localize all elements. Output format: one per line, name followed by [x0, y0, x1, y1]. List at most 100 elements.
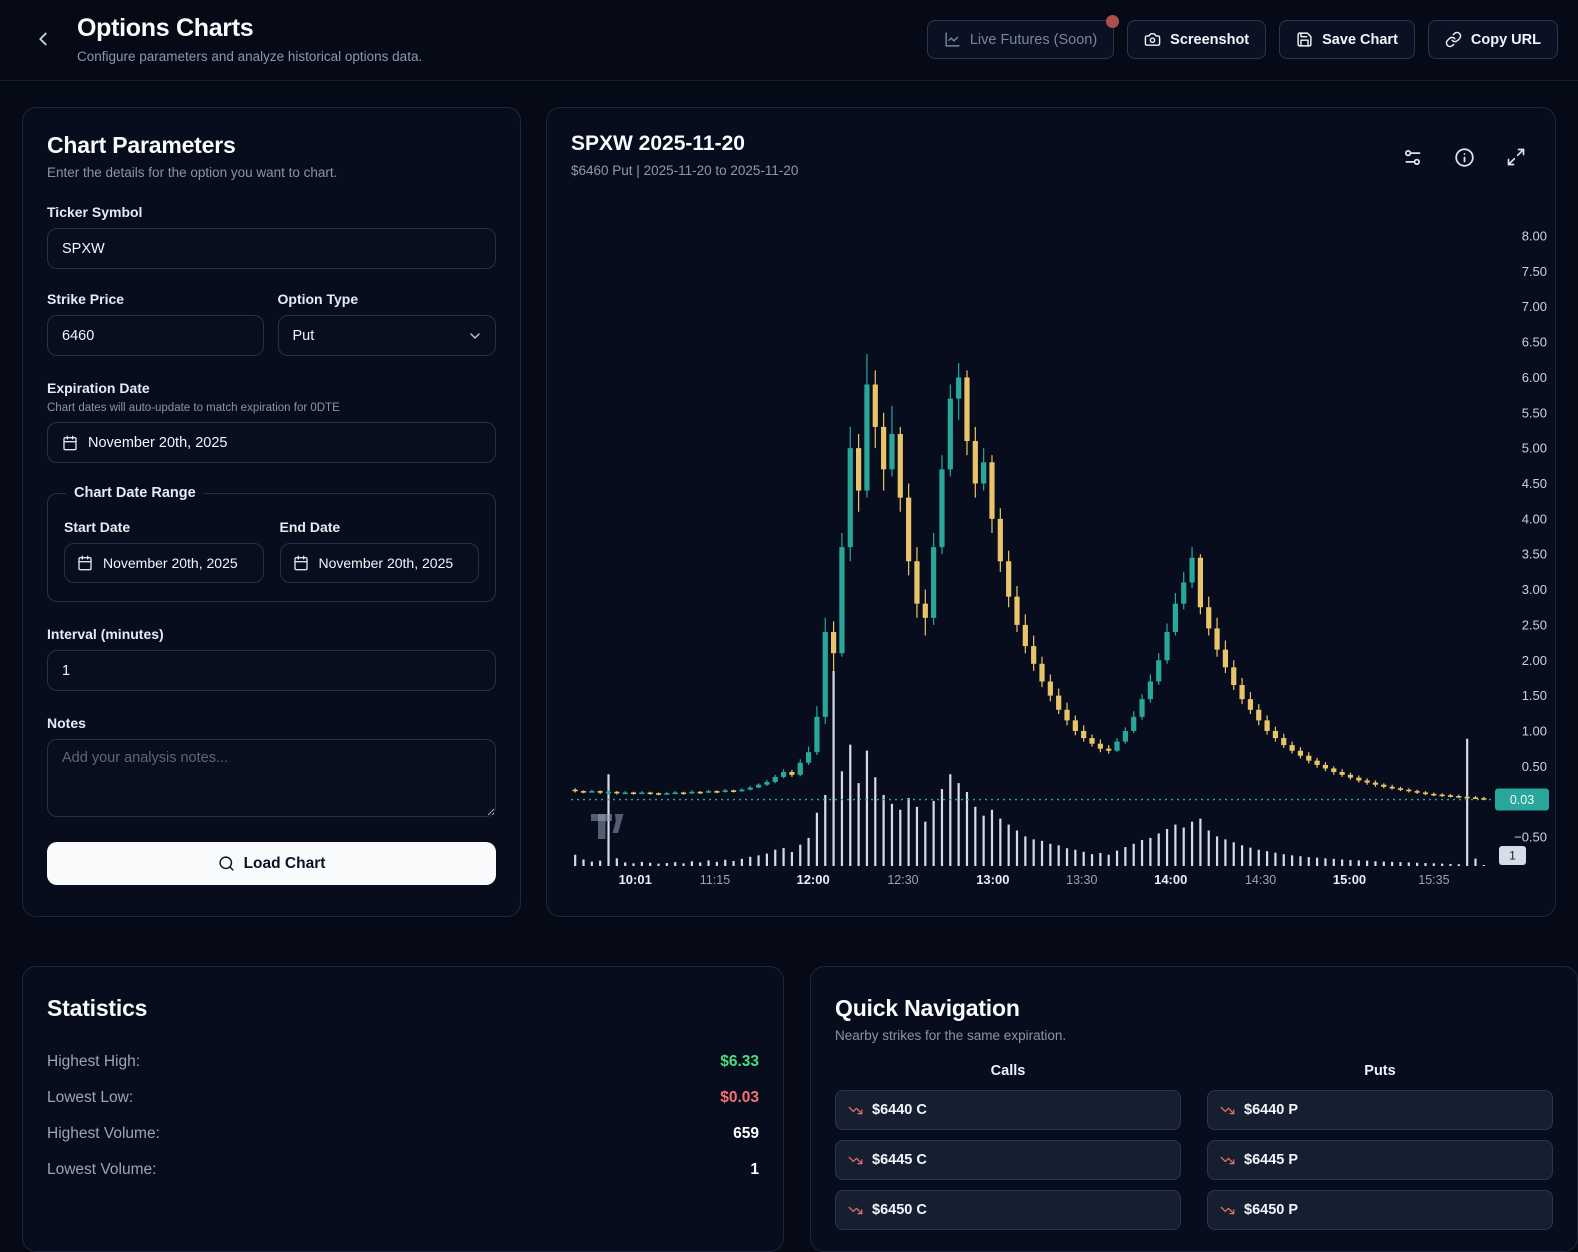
end-date-value: November 20th, 2025 — [318, 555, 454, 571]
puts-header: Puts — [1364, 1063, 1396, 1079]
back-button[interactable] — [26, 22, 60, 56]
save-chart-label: Save Chart — [1322, 31, 1398, 48]
end-date-picker[interactable]: November 20th, 2025 — [279, 543, 479, 583]
trending-down-icon — [848, 1203, 863, 1218]
chart-info-button[interactable] — [1451, 144, 1477, 170]
start-date-value: November 20th, 2025 — [103, 555, 238, 571]
parameters-subtitle: Enter the details for the option you wan… — [47, 165, 338, 180]
expiration-hint: Chart dates will auto-update to match ex… — [47, 402, 340, 414]
chart-date-range-group: Chart Date Range Start Date November 20t… — [47, 485, 496, 602]
calls-column: Calls $6440 C $6445 C $6450 C — [835, 1063, 1181, 1230]
strike-button-6445p[interactable]: $6445 P — [1207, 1140, 1553, 1180]
option-type-select[interactable]: Put — [277, 315, 496, 356]
statistics-card: Statistics Highest High: $6.33 Lowest Lo… — [22, 966, 784, 1252]
puts-column: Puts $6440 P $6445 P $6450 P — [1207, 1063, 1553, 1230]
stat-row-lowest-volume: Lowest Volume: 1 — [47, 1152, 759, 1188]
calendar-icon — [293, 555, 309, 571]
screenshot-button[interactable]: Screenshot — [1127, 20, 1267, 59]
chart-title: SPXW 2025-11-20 — [571, 132, 745, 155]
statistics-rows: Highest High: $6.33 Lowest Low: $0.03 Hi… — [47, 1044, 759, 1188]
strike-button-6445c[interactable]: $6445 C — [835, 1140, 1181, 1180]
chevron-left-icon — [32, 28, 54, 50]
start-date-picker[interactable]: November 20th, 2025 — [64, 543, 264, 583]
load-chart-label: Load Chart — [243, 854, 326, 872]
chart-parameters-card: Chart Parameters Enter the details for t… — [22, 107, 521, 917]
strike-label: $6440 P — [1244, 1102, 1299, 1118]
stat-label: Lowest Volume: — [47, 1161, 157, 1178]
chart-line-icon — [944, 31, 961, 48]
chevron-down-icon — [467, 328, 483, 344]
calendar-icon — [77, 555, 93, 571]
copy-url-label: Copy URL — [1470, 31, 1541, 48]
trending-down-icon — [1220, 1203, 1235, 1218]
save-chart-button[interactable]: Save Chart — [1279, 20, 1415, 59]
end-date-label: End Date — [279, 519, 341, 535]
interval-input[interactable] — [47, 650, 496, 691]
stat-label: Highest Volume: — [47, 1125, 160, 1142]
chart-header: SPXW 2025-11-20 $6460 Put | 2025-11-20 t… — [571, 132, 798, 178]
notes-label: Notes — [47, 715, 86, 731]
chart-date-range-label: Chart Date Range — [74, 485, 196, 501]
strike-button-6440p[interactable]: $6440 P — [1207, 1090, 1553, 1130]
expiration-date-picker[interactable]: November 20th, 2025 — [47, 422, 496, 463]
expiration-label: Expiration Date — [47, 380, 150, 396]
page-header: Options Charts Configure parameters and … — [0, 0, 1578, 81]
stat-value: 659 — [733, 1125, 759, 1142]
stat-value: 1 — [750, 1161, 759, 1178]
strike-label: $6445 P — [1244, 1152, 1299, 1168]
chart-subtitle: $6460 Put | 2025-11-20 to 2025-11-20 — [571, 163, 799, 178]
stat-row-highest-volume: Highest Volume: 659 — [47, 1116, 759, 1152]
live-futures-button[interactable]: Live Futures (Soon) — [926, 15, 1120, 59]
sliders-icon — [1402, 147, 1423, 168]
save-icon — [1296, 31, 1313, 48]
page-subtitle: Configure parameters and analyze histori… — [77, 49, 423, 64]
info-icon — [1454, 147, 1475, 168]
trending-down-icon — [1220, 1103, 1235, 1118]
quick-nav-grid: Calls $6440 C $6445 C $6450 C Puts $6440… — [835, 1063, 1553, 1230]
header-actions: Live Futures (Soon) Screenshot Save Char… — [926, 15, 1558, 59]
chart-card: SPXW 2025-11-20 $6460 Put | 2025-11-20 t… — [546, 107, 1556, 917]
parameters-title: Chart Parameters — [47, 132, 236, 158]
stat-row-lowest-low: Lowest Low: $0.03 — [47, 1080, 759, 1116]
quick-nav-subtitle: Nearby strikes for the same expiration. — [835, 1028, 1067, 1043]
strike-label: $6450 C — [872, 1202, 927, 1218]
chart-settings-button[interactable] — [1399, 144, 1425, 170]
strike-type-row: Strike Price Option Type Put — [47, 291, 496, 356]
puts-list: $6440 P $6445 P $6450 P — [1207, 1090, 1553, 1230]
strike-label: $6450 P — [1244, 1202, 1299, 1218]
start-date-label: Start Date — [64, 519, 131, 535]
maximize-icon — [1506, 147, 1526, 167]
trending-down-icon — [848, 1103, 863, 1118]
load-chart-button[interactable]: Load Chart — [47, 842, 496, 885]
header-titles: Options Charts Configure parameters and … — [77, 14, 422, 64]
stat-value: $6.33 — [720, 1053, 759, 1070]
strike-label: Strike Price — [47, 291, 125, 307]
options-charts-page: { "header": { "title": "Options Charts",… — [0, 0, 1578, 1252]
option-type-value: Put — [292, 327, 315, 344]
search-icon — [218, 855, 235, 872]
candlestick-chart[interactable] — [561, 200, 1551, 900]
camera-icon — [1144, 31, 1161, 48]
calls-header: Calls — [990, 1063, 1026, 1079]
calendar-icon — [62, 435, 78, 451]
link-icon — [1445, 31, 1462, 48]
quick-navigation-card: Quick Navigation Nearby strikes for the … — [810, 966, 1578, 1252]
stat-value: $0.03 — [720, 1089, 759, 1106]
strike-input[interactable] — [47, 315, 264, 356]
statistics-title: Statistics — [47, 995, 148, 1021]
screenshot-label: Screenshot — [1170, 31, 1250, 48]
copy-url-button[interactable]: Copy URL — [1427, 20, 1558, 59]
stat-label: Highest High: — [47, 1053, 141, 1070]
notification-dot — [1106, 15, 1120, 28]
strike-button-6450p[interactable]: $6450 P — [1207, 1190, 1553, 1230]
chart-fullscreen-button[interactable] — [1503, 144, 1529, 170]
chart-toolbar — [1399, 144, 1529, 170]
strike-label: $6440 C — [872, 1102, 927, 1118]
trending-down-icon — [1220, 1153, 1235, 1168]
option-type-label: Option Type — [277, 291, 359, 307]
live-futures-label: Live Futures (Soon) — [969, 31, 1098, 48]
ticker-input[interactable] — [47, 228, 496, 269]
notes-textarea[interactable] — [47, 739, 496, 817]
strike-button-6440c[interactable]: $6440 C — [835, 1090, 1181, 1130]
strike-button-6450c[interactable]: $6450 C — [835, 1190, 1181, 1230]
